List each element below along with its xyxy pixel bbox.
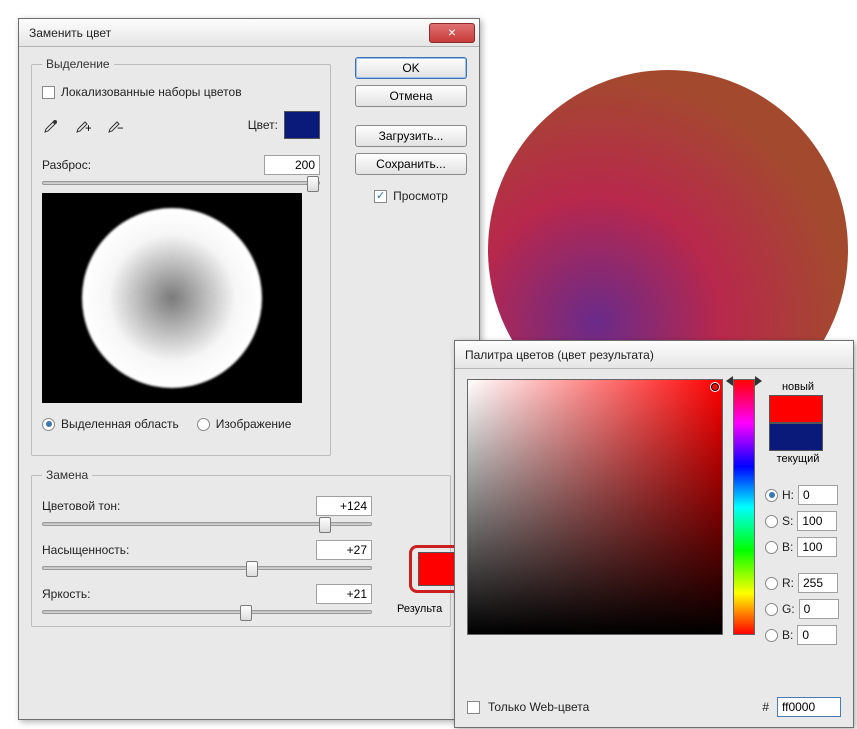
b-radio[interactable] <box>765 541 778 554</box>
hex-input[interactable] <box>777 697 841 717</box>
bb-radio[interactable] <box>765 629 778 642</box>
titlebar[interactable]: Заменить цвет × <box>19 19 479 47</box>
g-input[interactable] <box>799 599 839 619</box>
color-picker-dialog: Палитра цветов (цвет результата) новый т… <box>454 340 854 728</box>
light-input[interactable] <box>316 584 372 604</box>
sat-slider[interactable] <box>42 566 372 570</box>
selection-preview <box>42 193 302 403</box>
hue-arrow-right-icon <box>755 376 762 386</box>
picker-title: Палитра цветов (цвет результата) <box>465 348 849 362</box>
light-label: Яркость: <box>42 587 90 601</box>
r-input[interactable] <box>798 573 838 593</box>
s-input[interactable] <box>797 511 837 531</box>
save-button[interactable]: Сохранить... <box>355 153 467 175</box>
localized-sets-checkbox[interactable] <box>42 86 55 99</box>
s-label: S: <box>782 514 793 528</box>
bb-label: B: <box>782 628 793 642</box>
sat-label: Насыщенность: <box>42 543 129 557</box>
eyedropper-minus-icon[interactable]: − <box>106 117 124 135</box>
replace-color-dialog: Заменить цвет × OK Отмена Загрузить... С… <box>18 18 480 720</box>
new-color-swatch[interactable] <box>769 395 823 423</box>
preview-label: Просмотр <box>393 189 448 203</box>
fuzziness-label: Разброс: <box>42 158 91 172</box>
selection-group: Выделение Локализованные наборы цветов +… <box>31 57 331 456</box>
load-button[interactable]: Загрузить... <box>355 125 467 147</box>
hue-slider[interactable] <box>42 522 372 526</box>
saturation-value-field[interactable] <box>467 379 723 635</box>
fuzziness-input[interactable] <box>264 155 320 175</box>
current-label: текущий <box>769 453 827 465</box>
cancel-button[interactable]: Отмена <box>355 85 467 107</box>
hue-arrow-left-icon <box>726 376 733 386</box>
web-only-checkbox[interactable] <box>467 701 480 714</box>
localized-sets-label: Локализованные наборы цветов <box>61 85 242 99</box>
svg-text:−: − <box>117 121 123 134</box>
radio-image-label: Изображение <box>216 417 292 431</box>
web-only-label: Только Web-цвета <box>488 700 589 714</box>
result-color-swatch[interactable] <box>418 552 458 586</box>
h-radio[interactable] <box>765 489 778 502</box>
hue-input[interactable] <box>316 496 372 516</box>
light-slider[interactable] <box>42 610 372 614</box>
fuzziness-slider[interactable] <box>42 181 320 185</box>
g-radio[interactable] <box>765 603 778 616</box>
picker-titlebar[interactable]: Палитра цветов (цвет результата) <box>455 341 853 369</box>
dialog-buttons: OK Отмена Загрузить... Сохранить... Прос… <box>355 57 467 209</box>
r-label: R: <box>782 576 794 590</box>
hex-label: # <box>762 700 769 714</box>
preview-checkbox[interactable] <box>374 190 387 203</box>
radio-selection[interactable] <box>42 418 55 431</box>
radio-selection-label: Выделенная область <box>61 417 179 431</box>
selection-legend: Выделение <box>42 57 114 71</box>
g-label: G: <box>782 602 795 616</box>
eyedropper-plus-icon[interactable]: + <box>74 117 92 135</box>
sv-cursor[interactable] <box>710 382 720 392</box>
replace-legend: Замена <box>42 468 92 482</box>
s-radio[interactable] <box>765 515 778 528</box>
bb-input[interactable] <box>797 625 837 645</box>
result-label: Результа <box>397 603 442 615</box>
source-color-swatch[interactable] <box>284 111 320 139</box>
b-input[interactable] <box>797 537 837 557</box>
svg-text:+: + <box>85 121 91 134</box>
hue-strip[interactable] <box>733 379 755 635</box>
b-label: B: <box>782 540 793 554</box>
eyedropper-icon[interactable] <box>42 117 60 135</box>
r-radio[interactable] <box>765 577 778 590</box>
preview-mask <box>82 208 262 388</box>
replace-group: Замена Цветовой тон: Насыщенность: Яркос… <box>31 468 451 627</box>
h-label: H: <box>782 488 794 502</box>
new-label: новый <box>769 381 827 393</box>
dialog-title: Заменить цвет <box>29 26 429 40</box>
ok-button[interactable]: OK <box>355 57 467 79</box>
sat-input[interactable] <box>316 540 372 560</box>
color-label: Цвет: <box>248 118 278 132</box>
radio-image[interactable] <box>197 418 210 431</box>
hue-label: Цветовой тон: <box>42 499 120 513</box>
h-input[interactable] <box>798 485 838 505</box>
close-button[interactable]: × <box>429 23 475 43</box>
current-color-swatch[interactable] <box>769 423 823 451</box>
